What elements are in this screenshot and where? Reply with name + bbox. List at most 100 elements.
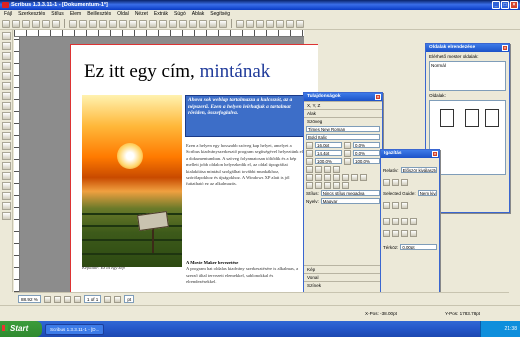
hand-icon[interactable] — [2, 142, 11, 150]
align-top-icon[interactable] — [383, 201, 390, 209]
pdf-list-icon[interactable] — [276, 19, 284, 28]
close-icon[interactable]: × — [375, 94, 381, 100]
strikeout-icon[interactable] — [315, 173, 322, 181]
align-left-icon[interactable] — [306, 181, 313, 189]
text-tool-icon[interactable] — [2, 42, 11, 50]
tab-shape[interactable]: Alak — [304, 109, 382, 117]
page-select[interactable]: 1 of 1 — [83, 295, 102, 303]
page-thumbnail[interactable] — [465, 109, 479, 127]
font-family-select[interactable]: Times New Roman — [306, 126, 380, 132]
stroke-color-icon[interactable] — [324, 165, 331, 173]
pdf-link-icon[interactable] — [296, 19, 304, 28]
select-tool-icon[interactable] — [69, 19, 77, 28]
close-icon[interactable]: × — [502, 45, 508, 51]
rectangle-icon[interactable] — [2, 62, 11, 70]
align-left-edge-icon[interactable] — [383, 178, 390, 186]
polygon-icon[interactable] — [119, 19, 127, 28]
pencil-icon[interactable] — [2, 112, 11, 120]
master-page-normal[interactable]: Normál — [431, 63, 446, 68]
pdf-button-icon[interactable] — [236, 19, 244, 28]
pointer-icon[interactable] — [2, 32, 11, 40]
pdf-field-icon[interactable] — [246, 19, 254, 28]
align-vcenter-icon[interactable] — [392, 201, 399, 209]
underline-icon[interactable] — [306, 173, 313, 181]
page-thumbnail[interactable] — [485, 109, 499, 127]
menu-help-short[interactable]: Súgó — [174, 10, 186, 18]
body-text-frame-lower[interactable]: A Movie Maker bevezetése A program hat o… — [186, 260, 304, 292]
last-page-icon[interactable] — [114, 295, 122, 303]
distribute-bottom-icon[interactable] — [401, 229, 408, 237]
image-tool-icon[interactable] — [2, 52, 11, 60]
eyedropper-icon[interactable] — [219, 19, 227, 28]
distribute-space-icon[interactable] — [410, 217, 417, 225]
pen-icon[interactable] — [2, 102, 11, 110]
color-picker-icon[interactable] — [2, 182, 11, 190]
text-frame-icon[interactable] — [79, 19, 87, 28]
language-select[interactable]: Magyar — [320, 198, 380, 204]
body-text-frame[interactable]: Ezen a helyen egy hosszabb szöveg kap he… — [186, 143, 304, 249]
menu-view[interactable]: Nézet — [135, 10, 148, 18]
caps-icon[interactable] — [342, 173, 349, 181]
align-right-icon[interactable] — [324, 181, 331, 189]
link-frames-icon[interactable] — [199, 19, 207, 28]
zoom-in-icon[interactable] — [53, 295, 61, 303]
align-bottom-icon[interactable] — [401, 201, 408, 209]
distribute-right-icon[interactable] — [401, 217, 408, 225]
distribute-left-icon[interactable] — [383, 217, 390, 225]
distribute-middle-icon[interactable] — [392, 229, 399, 237]
menu-edit[interactable]: Szerkesztés — [18, 10, 45, 18]
first-page-icon[interactable] — [63, 295, 71, 303]
horizontal-scale-field[interactable]: 100.0% — [315, 158, 342, 164]
paragraph-style-select[interactable]: Nincs stílus megadva — [320, 190, 380, 196]
font-size-field[interactable]: 16.0pt — [315, 142, 342, 148]
unlink-icon[interactable] — [2, 162, 11, 170]
subscript-icon[interactable] — [324, 173, 331, 181]
tab-colors[interactable]: Színek — [304, 281, 382, 289]
distribute-center-icon[interactable] — [392, 217, 399, 225]
align-right-edge-icon[interactable] — [401, 178, 408, 186]
image-frame-icon[interactable] — [89, 19, 97, 28]
annotation-icon[interactable] — [2, 212, 11, 220]
save-icon[interactable] — [22, 19, 30, 28]
link-icon[interactable] — [2, 152, 11, 160]
menu-style[interactable]: Stílus — [51, 10, 64, 18]
ellipse-icon[interactable] — [2, 72, 11, 80]
headline-frame[interactable]: Ez itt egy cím, mintának — [84, 60, 308, 84]
baseline-offset-field[interactable]: 0.0% — [353, 142, 380, 148]
menu-windows[interactable]: Ablak — [192, 10, 205, 18]
shape-icon[interactable] — [109, 19, 117, 28]
copy-props-icon[interactable] — [2, 192, 11, 200]
align-center-icon[interactable] — [315, 181, 322, 189]
menu-file[interactable]: Fájl — [4, 10, 12, 18]
distribute-top-icon[interactable] — [383, 229, 390, 237]
bezier-icon[interactable] — [139, 19, 147, 28]
pdf-combo-icon[interactable] — [266, 19, 274, 28]
line-icon[interactable] — [129, 19, 137, 28]
taskbar-scribus-item[interactable]: Scribus 1.3.3.11-1 - [D... — [45, 323, 105, 335]
align-forced-icon[interactable] — [342, 181, 349, 189]
distribute-vspace-icon[interactable] — [410, 229, 417, 237]
fill-shade-icon[interactable] — [333, 165, 340, 173]
line-tool-icon[interactable] — [2, 92, 11, 100]
align-justify-icon[interactable] — [333, 181, 340, 189]
minimize-button[interactable]: _ — [492, 1, 500, 9]
open-icon[interactable] — [12, 19, 20, 28]
pages-area[interactable] — [429, 100, 506, 175]
prev-page-icon[interactable] — [73, 295, 81, 303]
sunset-image-frame[interactable] — [82, 95, 182, 267]
menu-page[interactable]: Oldal — [117, 10, 129, 18]
menu-insert[interactable]: Beillesztés — [87, 10, 111, 18]
unit-select[interactable]: pt — [124, 295, 135, 303]
intro-text-frame[interactable]: Ahova sok weblap tartalmazza a kulcsszót… — [185, 95, 305, 137]
menu-help[interactable]: Segítség — [210, 10, 230, 18]
rotate-icon[interactable] — [159, 19, 167, 28]
measure-icon[interactable] — [2, 172, 11, 180]
align-hcenter-icon[interactable] — [392, 178, 399, 186]
edit-text-icon[interactable] — [189, 19, 197, 28]
font-style-select[interactable]: Bold Italic — [306, 134, 380, 140]
menu-item[interactable]: Elem — [70, 10, 81, 18]
relative-to-select[interactable]: Először kiválasztott — [400, 167, 437, 173]
maximize-button[interactable]: □ — [501, 1, 509, 9]
text-color-icon[interactable] — [306, 165, 313, 173]
shade-icon[interactable] — [315, 165, 322, 173]
